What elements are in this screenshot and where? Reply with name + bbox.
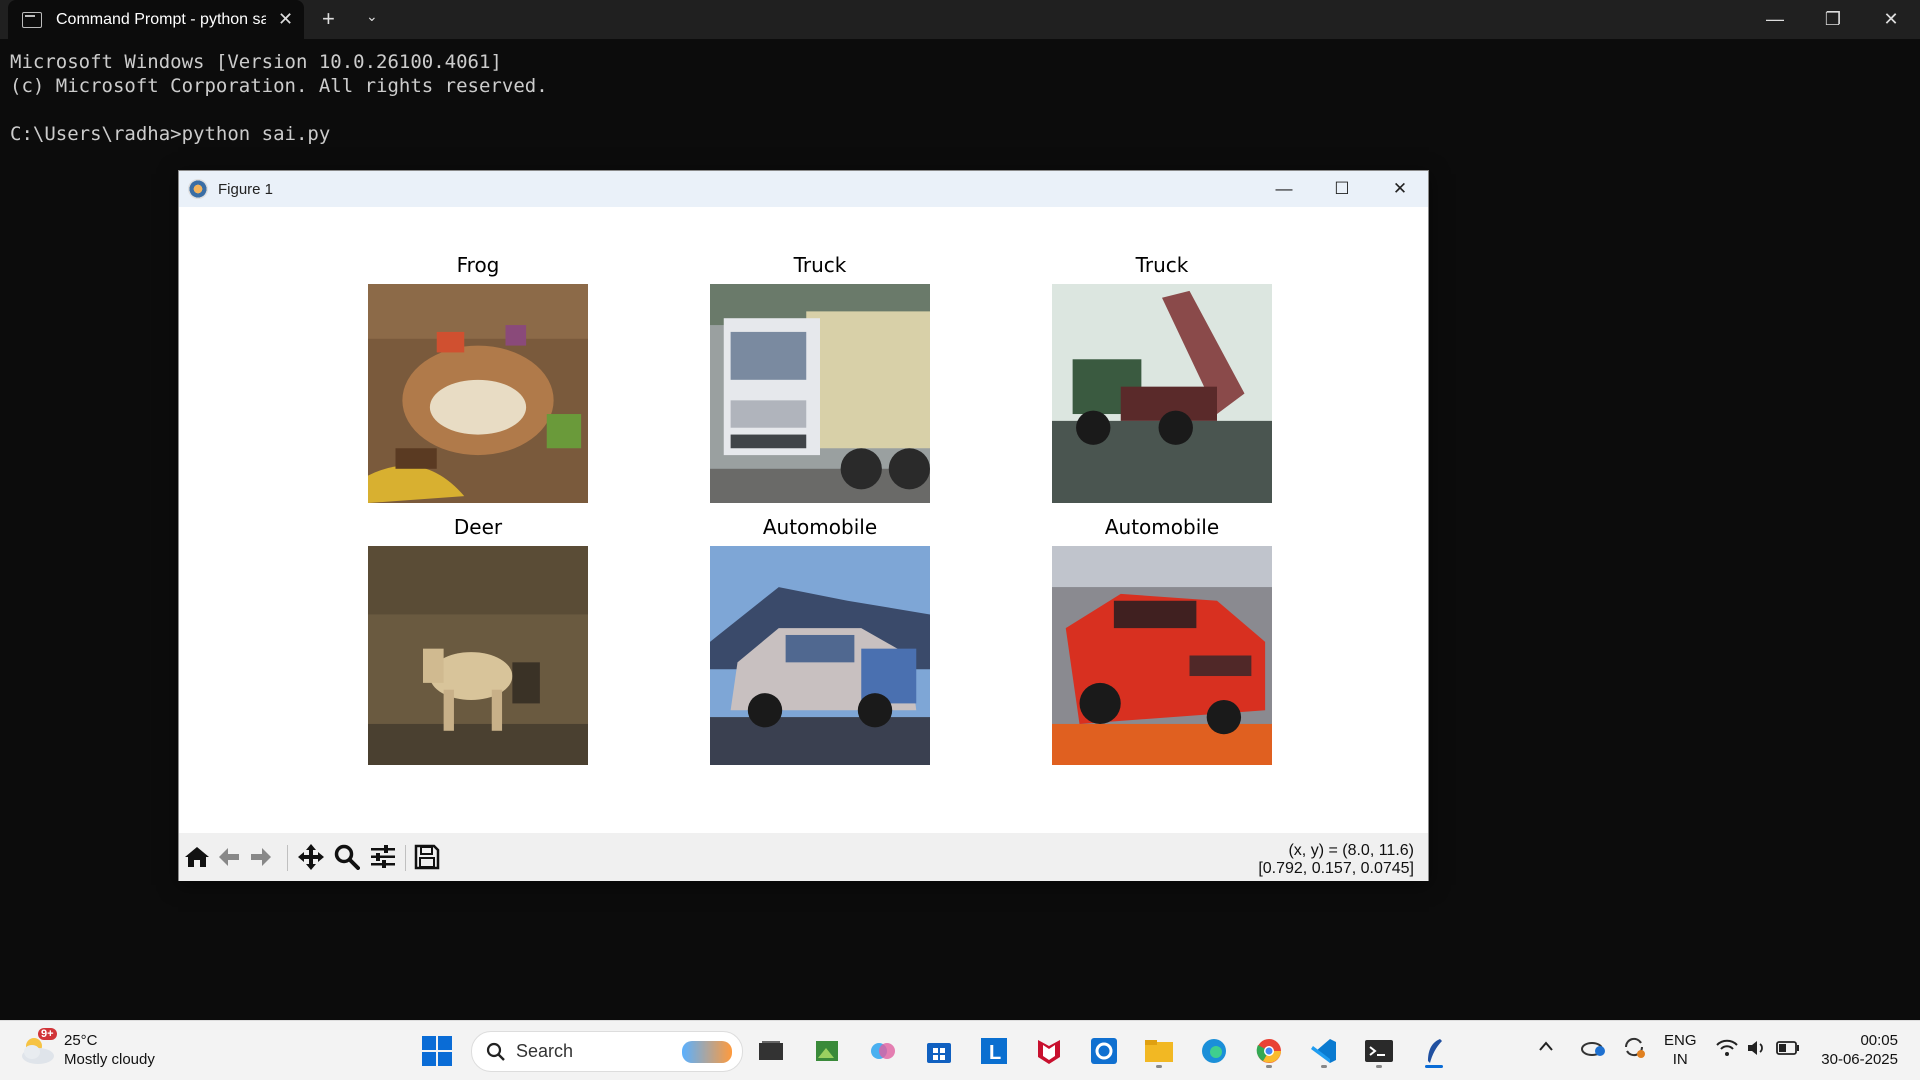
truck-image[interactable] xyxy=(1052,284,1272,503)
running-indicator xyxy=(1376,1065,1382,1068)
running-indicator xyxy=(1266,1065,1272,1068)
weather-description: Mostly cloudy xyxy=(64,1051,155,1068)
clock-date: 30-06-2025 xyxy=(1821,1051,1898,1068)
terminal-tab-label: Command Prompt - python sai.py xyxy=(56,10,266,28)
save-icon[interactable] xyxy=(411,841,443,873)
terminal-line: (c) Microsoft Corporation. All rights re… xyxy=(10,75,548,97)
weather-badge: 9+ xyxy=(38,1028,57,1040)
figure-titlebar[interactable]: Figure 1 — ☐ ✕ xyxy=(179,171,1428,207)
terminal-icon[interactable] xyxy=(1360,1032,1398,1070)
pan-icon[interactable] xyxy=(295,841,327,873)
restore-button[interactable]: ❐ xyxy=(1804,0,1862,39)
toolbar-separator xyxy=(287,845,288,871)
task-view-icon[interactable] xyxy=(752,1032,790,1070)
onedrive-icon[interactable] xyxy=(1580,1037,1606,1062)
language-code: ENG xyxy=(1664,1032,1697,1049)
terminal-titlebar: Command Prompt - python sai.py ✕ + ⌄ — ❐… xyxy=(0,0,1920,39)
circle-app-icon[interactable] xyxy=(1085,1032,1123,1070)
running-indicator xyxy=(1321,1065,1327,1068)
coordinate-readout: (x, y) = (8.0, 11.6) [0.792, 0.157, 0.07… xyxy=(1258,842,1414,878)
terminal-tab[interactable]: Command Prompt - python sai.py ✕ xyxy=(8,0,304,39)
coordinate-xy: (x, y) = (8.0, 11.6) xyxy=(1288,842,1414,859)
panel-title: Deer xyxy=(453,515,503,539)
system-clock[interactable]: 00:05 30-06-2025 xyxy=(1821,1031,1898,1069)
taskbar: 9+ 25°C Mostly cloudy Search L ENG IN 00… xyxy=(0,1020,1920,1080)
svg-text:L: L xyxy=(989,1042,1001,1064)
search-icon xyxy=(486,1042,505,1061)
copilot-icon[interactable] xyxy=(864,1032,902,1070)
panel-title: Automobile xyxy=(1104,515,1220,539)
store-icon[interactable] xyxy=(920,1032,958,1070)
new-tab-button[interactable]: + xyxy=(322,6,335,32)
panel-title: Frog xyxy=(456,253,500,277)
python-feather-icon[interactable] xyxy=(1415,1032,1453,1070)
temperature: 25°C xyxy=(64,1032,98,1049)
figure-minimize-button[interactable]: — xyxy=(1255,171,1313,207)
language-indicator[interactable]: ENG IN xyxy=(1664,1031,1697,1069)
mcafee-icon[interactable] xyxy=(1030,1032,1068,1070)
automobile-image[interactable] xyxy=(710,546,930,765)
volume-icon[interactable] xyxy=(1746,1039,1768,1062)
command-prompt-icon xyxy=(22,11,42,28)
home-icon[interactable] xyxy=(181,841,213,873)
figure-toolbar: (x, y) = (8.0, 11.6) [0.792, 0.157, 0.07… xyxy=(179,833,1428,881)
figure-window: Figure 1 — ☐ ✕ Frog Truck Truck Deer Aut… xyxy=(178,170,1429,881)
panel-title: Automobile xyxy=(762,515,878,539)
minimize-button[interactable]: — xyxy=(1746,0,1804,39)
zoom-icon[interactable] xyxy=(331,841,363,873)
automobile-image[interactable] xyxy=(1052,546,1272,765)
battery-icon[interactable] xyxy=(1776,1041,1800,1060)
frog-image[interactable] xyxy=(368,284,588,503)
clock-time: 00:05 xyxy=(1860,1032,1898,1049)
close-button[interactable]: ✕ xyxy=(1862,0,1920,39)
terminal-line: Microsoft Windows [Version 10.0.26100.40… xyxy=(10,51,502,73)
taskbar-search[interactable]: Search xyxy=(471,1031,743,1072)
start-icon[interactable] xyxy=(418,1032,456,1070)
truck-image[interactable] xyxy=(710,284,930,503)
wifi-icon[interactable] xyxy=(1716,1039,1738,1062)
widgets-icon[interactable] xyxy=(808,1032,846,1070)
search-highlight-icon xyxy=(682,1040,732,1063)
edge-icon[interactable] xyxy=(1195,1032,1233,1070)
chevron-up-icon[interactable] xyxy=(1538,1039,1554,1057)
active-indicator xyxy=(1425,1065,1443,1068)
region-code: IN xyxy=(1672,1051,1688,1068)
chevron-down-icon[interactable]: ⌄ xyxy=(366,8,378,25)
search-label: Search xyxy=(516,1041,574,1061)
configure-icon[interactable] xyxy=(367,841,399,873)
pixel-value: [0.792, 0.157, 0.0745] xyxy=(1258,860,1414,877)
forward-icon[interactable] xyxy=(245,841,277,873)
terminal-line: C:\Users\radha>python sai.py xyxy=(10,123,331,145)
panel-title: Truck xyxy=(1135,253,1189,277)
file-explorer-icon[interactable] xyxy=(1140,1032,1178,1070)
deer-image[interactable] xyxy=(368,546,588,765)
close-tab-icon[interactable]: ✕ xyxy=(278,9,293,30)
vscode-icon[interactable] xyxy=(1305,1032,1343,1070)
cloud-icon: 9+ xyxy=(18,1028,58,1070)
chrome-icon[interactable] xyxy=(1250,1032,1288,1070)
weather-widget[interactable]: 9+ 25°C Mostly cloudy xyxy=(18,1028,155,1070)
figure-title: Figure 1 xyxy=(218,180,274,198)
sync-icon[interactable] xyxy=(1622,1035,1646,1064)
panel-title: Truck xyxy=(793,253,847,277)
l-app-icon[interactable]: L xyxy=(975,1032,1013,1070)
terminal-output[interactable]: Microsoft Windows [Version 10.0.26100.40… xyxy=(10,50,548,146)
figure-maximize-button[interactable]: ☐ xyxy=(1313,171,1371,207)
toolbar-separator xyxy=(405,845,406,871)
figure-close-button[interactable]: ✕ xyxy=(1371,171,1429,207)
running-indicator xyxy=(1156,1065,1162,1068)
matplotlib-icon xyxy=(188,179,208,199)
back-icon[interactable] xyxy=(213,841,245,873)
